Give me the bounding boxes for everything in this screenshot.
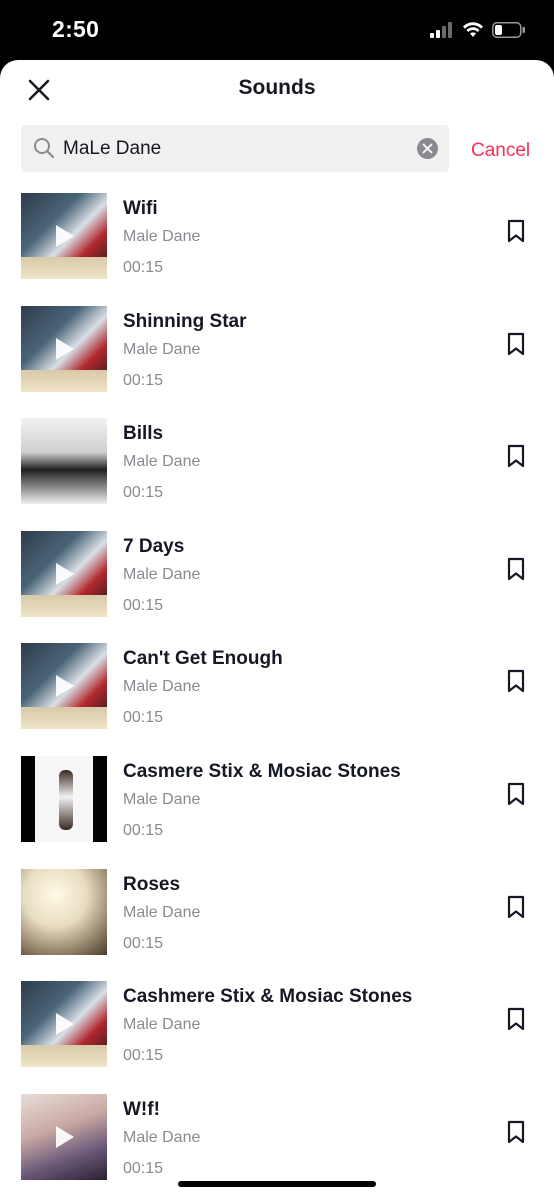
clear-search-button[interactable] xyxy=(417,138,438,159)
sound-duration: 00:15 xyxy=(123,1159,164,1177)
sound-title: 7 Days xyxy=(123,535,185,557)
bookmark-icon[interactable] xyxy=(505,444,527,468)
cover-art xyxy=(21,868,107,955)
sound-duration: 00:15 xyxy=(123,484,164,502)
album-cover[interactable] xyxy=(21,1093,107,1180)
sound-title: W!f! xyxy=(123,1098,160,1120)
sound-artist: Male Dane xyxy=(123,340,201,358)
sound-title: Casmere Stix & Mosiac Stones xyxy=(123,760,401,782)
cover-art xyxy=(21,755,107,842)
sound-duration: 00:15 xyxy=(123,371,164,389)
sound-duration: 00:15 xyxy=(123,934,164,952)
album-cover[interactable] xyxy=(21,530,107,617)
sound-row[interactable]: Casmere Stix & Mosiac Stones Male Dane 00:… xyxy=(0,755,554,869)
bookmark-icon[interactable] xyxy=(505,219,527,243)
sound-artist: Male Dane xyxy=(123,453,201,471)
sound-row[interactable]: Roses Male Dane 00:15 xyxy=(0,868,554,982)
sound-duration: 00:15 xyxy=(123,821,164,839)
status-bar: 2:50 xyxy=(0,0,554,60)
search-icon xyxy=(34,138,55,159)
play-icon[interactable] xyxy=(54,1124,76,1150)
sound-title: Roses xyxy=(123,873,181,895)
sound-title: Bills xyxy=(123,423,164,445)
clear-icon xyxy=(422,143,433,154)
sound-duration: 00:15 xyxy=(123,596,164,614)
sound-duration: 00:15 xyxy=(123,709,164,727)
sound-artist: Male Dane xyxy=(123,903,201,921)
sound-artist: Male Dane xyxy=(123,1128,201,1146)
album-cover[interactable] xyxy=(21,868,107,955)
sound-row[interactable]: Can't Get Enough Male Dane 00:15 xyxy=(0,643,554,756)
sound-title: Can't Get Enough xyxy=(123,648,283,670)
sound-artist: Male Dane xyxy=(123,790,201,808)
play-icon[interactable] xyxy=(54,336,76,362)
search-box[interactable] xyxy=(21,125,449,172)
play-icon[interactable] xyxy=(54,223,76,249)
battery-icon xyxy=(492,22,525,38)
sound-duration: 00:15 xyxy=(123,259,164,276)
sound-row[interactable]: Bills Male Dane 00:15 xyxy=(0,418,554,531)
status-time: 2:50 xyxy=(52,16,100,42)
sound-row[interactable]: Cashmere Stix & Mosiac Stones Male Dane 00… xyxy=(0,981,554,1094)
bookmark-icon[interactable] xyxy=(505,669,527,693)
play-icon[interactable] xyxy=(54,673,76,699)
bookmark-icon[interactable] xyxy=(505,895,527,919)
status-icons xyxy=(430,18,526,42)
bookmark-icon[interactable] xyxy=(505,557,527,581)
bookmark-icon[interactable] xyxy=(505,1007,527,1031)
sound-title: Wifi xyxy=(123,198,158,219)
sound-row[interactable]: Shinning Star Male Dane 00:15 xyxy=(0,305,554,419)
signal-icon xyxy=(430,22,452,38)
sound-duration: 00:15 xyxy=(123,1047,164,1065)
bookmark-icon[interactable] xyxy=(505,1120,527,1144)
cover-art xyxy=(21,418,107,505)
play-icon[interactable] xyxy=(54,1011,76,1037)
sound-title: Shinning Star xyxy=(123,310,247,332)
play-icon[interactable] xyxy=(54,561,76,587)
results-list: Wifi Male Dane 00:15 Shinning Star Male Dane… xyxy=(0,193,554,1200)
wifi-icon xyxy=(463,22,483,37)
sound-artist: Male Dane xyxy=(123,678,201,696)
sounds-sheet: Sounds Cancel WifiMale Dane00:15Shinning… xyxy=(0,60,554,1200)
sound-row[interactable]: Wifi Male Dane 00:15 xyxy=(0,193,554,306)
album-cover[interactable] xyxy=(21,305,107,392)
home-indicator xyxy=(178,1181,376,1187)
bookmark-icon[interactable] xyxy=(505,782,527,806)
album-cover[interactable] xyxy=(21,418,107,505)
album-cover[interactable] xyxy=(21,981,107,1068)
album-cover[interactable] xyxy=(21,755,107,842)
sound-artist: Male Dane xyxy=(123,1016,201,1034)
sound-row[interactable]: 7 Days Male Dane 00:15 xyxy=(0,530,554,644)
sound-artist: Male Dane xyxy=(123,228,201,245)
header: Sounds xyxy=(0,60,554,120)
bookmark-icon[interactable] xyxy=(505,332,527,356)
album-cover[interactable] xyxy=(21,643,107,730)
album-cover[interactable] xyxy=(21,193,107,279)
sound-title: Cashmere Stix & Mosiac Stones xyxy=(123,986,413,1008)
cancel-button[interactable]: Cancel xyxy=(471,140,530,162)
search-input[interactable] xyxy=(63,125,403,172)
page-title: Sounds xyxy=(238,76,316,99)
sound-artist: Male Dane xyxy=(123,565,201,583)
